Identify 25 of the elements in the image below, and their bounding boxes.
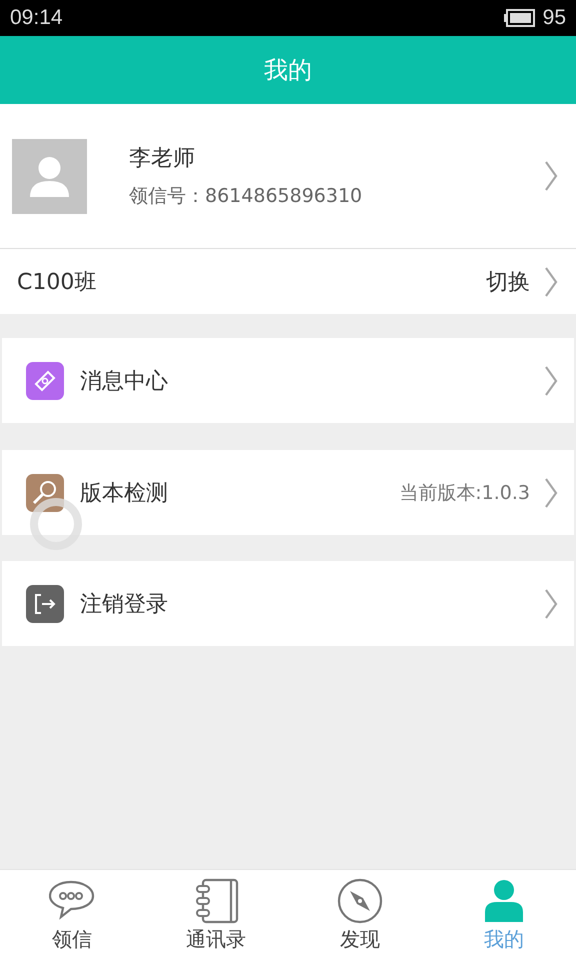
menu-label: 版本检测 xyxy=(80,480,169,508)
battery-level: 95 xyxy=(542,6,566,30)
user-id: 领信号：8614865896310 xyxy=(129,184,364,209)
clock: 09:14 xyxy=(10,6,63,30)
chevron-icon xyxy=(544,364,558,396)
chevron-icon xyxy=(544,160,558,192)
switch-label: 切换 xyxy=(486,268,530,296)
tab[interactable]: 领信 xyxy=(0,870,144,960)
notebook-icon xyxy=(193,878,239,924)
compass-icon xyxy=(337,878,383,924)
avatar-icon xyxy=(12,138,87,214)
user-name: 李老师 xyxy=(129,145,196,173)
profile-row[interactable]: 李老师 领信号：8614865896310 xyxy=(0,104,576,249)
class-name: C100班 xyxy=(17,268,98,296)
tab[interactable]: 发现 xyxy=(288,870,432,960)
chevron-icon xyxy=(544,476,558,508)
chevron-icon xyxy=(544,266,558,298)
page-title: 我的 xyxy=(264,55,312,86)
menu-label: 注销登录 xyxy=(80,590,169,618)
version-text: 当前版本:1.0.3 xyxy=(399,480,530,506)
chevron-icon xyxy=(544,588,558,620)
tab[interactable]: 通讯录 xyxy=(144,870,288,960)
battery-icon xyxy=(502,9,535,27)
menu-label: 消息中心 xyxy=(80,368,169,396)
class-row[interactable]: C100班 切换 xyxy=(0,249,576,314)
